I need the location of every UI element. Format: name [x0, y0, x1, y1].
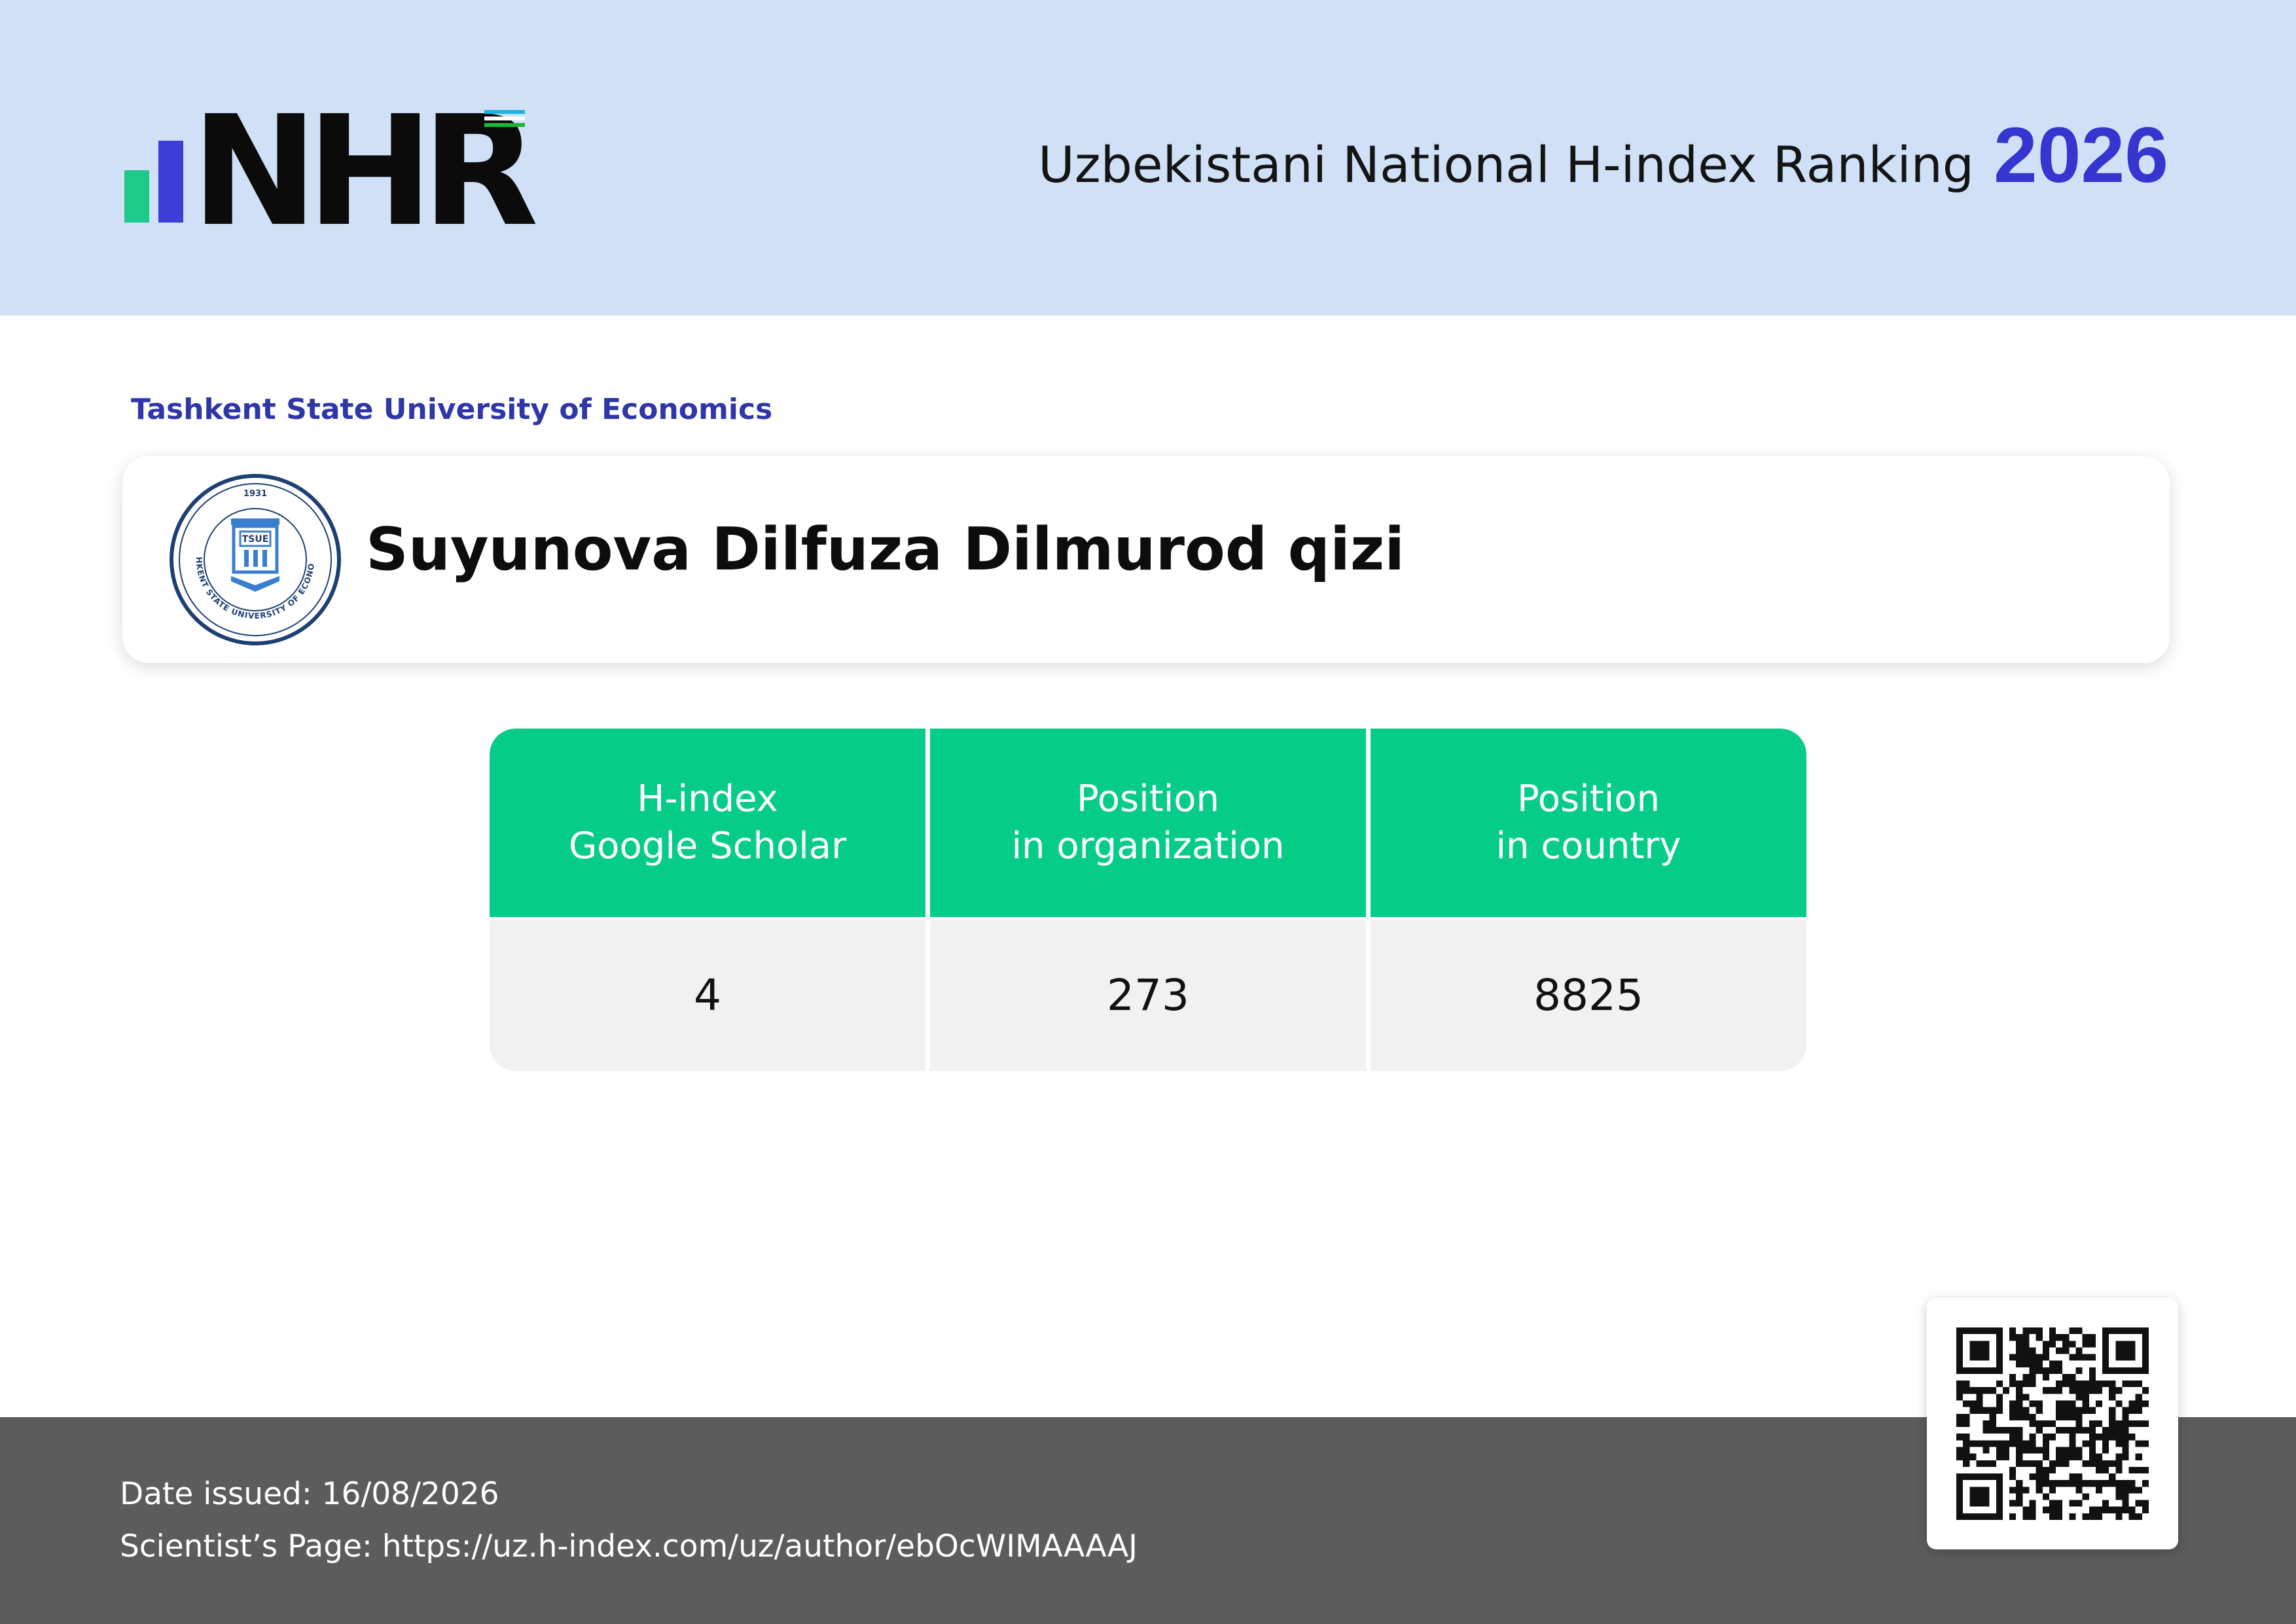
svg-text:TSUE: TSUE [242, 534, 269, 545]
qr-code-card[interactable] [1927, 1298, 2178, 1549]
ranking-title: Uzbekistani National H-index Ranking [1038, 135, 1975, 194]
scientist-name: Suyunova Dilfuza Dilmurod qizi [366, 515, 1405, 584]
header-title: Uzbekistani National H-index Ranking 202… [1038, 110, 2168, 202]
organization-name: Tashkent State University of Economics [131, 393, 773, 426]
svg-text:1931: 1931 [243, 489, 267, 499]
stat-header-country-position: Position in country [1371, 729, 1806, 917]
stat-value-org-position: 273 [930, 920, 1366, 1071]
stat-header-hindex: H-index Google Scholar [490, 729, 925, 917]
stat-header-org-position: Position in organization [930, 729, 1366, 917]
stat-value-country-position: 8825 [1371, 920, 1806, 1071]
stats-table: H-index Google Scholar Position in organ… [490, 729, 1806, 1071]
university-seal-icon: 1931 TASHKENT STATE UNIVERSITY OF ECONOM… [168, 473, 341, 645]
stat-value-hindex: 4 [490, 920, 925, 1071]
qr-code-icon [1956, 1327, 2149, 1520]
scientist-card: 1931 TASHKENT STATE UNIVERSITY OF ECONOM… [122, 456, 2170, 663]
logo-bar-blue [158, 141, 183, 223]
header-banner: NHR Uzbekistani National H-index Ranking… [0, 0, 2296, 316]
logo-text: NHR [191, 83, 539, 260]
logo-bar-green [124, 170, 149, 223]
scientist-page-link[interactable]: https://uz.h-index.com/uz/author/ebOcWIM… [382, 1528, 1138, 1564]
scientist-page: Scientist’s Page: https://uz.h-index.com… [120, 1528, 1138, 1564]
date-issued: Date issued: 16/08/2026 [120, 1476, 499, 1512]
nhr-logo: NHR [124, 96, 543, 247]
ranking-year: 2026 [1994, 111, 2168, 199]
uzbekistan-flag-icon [484, 110, 525, 130]
